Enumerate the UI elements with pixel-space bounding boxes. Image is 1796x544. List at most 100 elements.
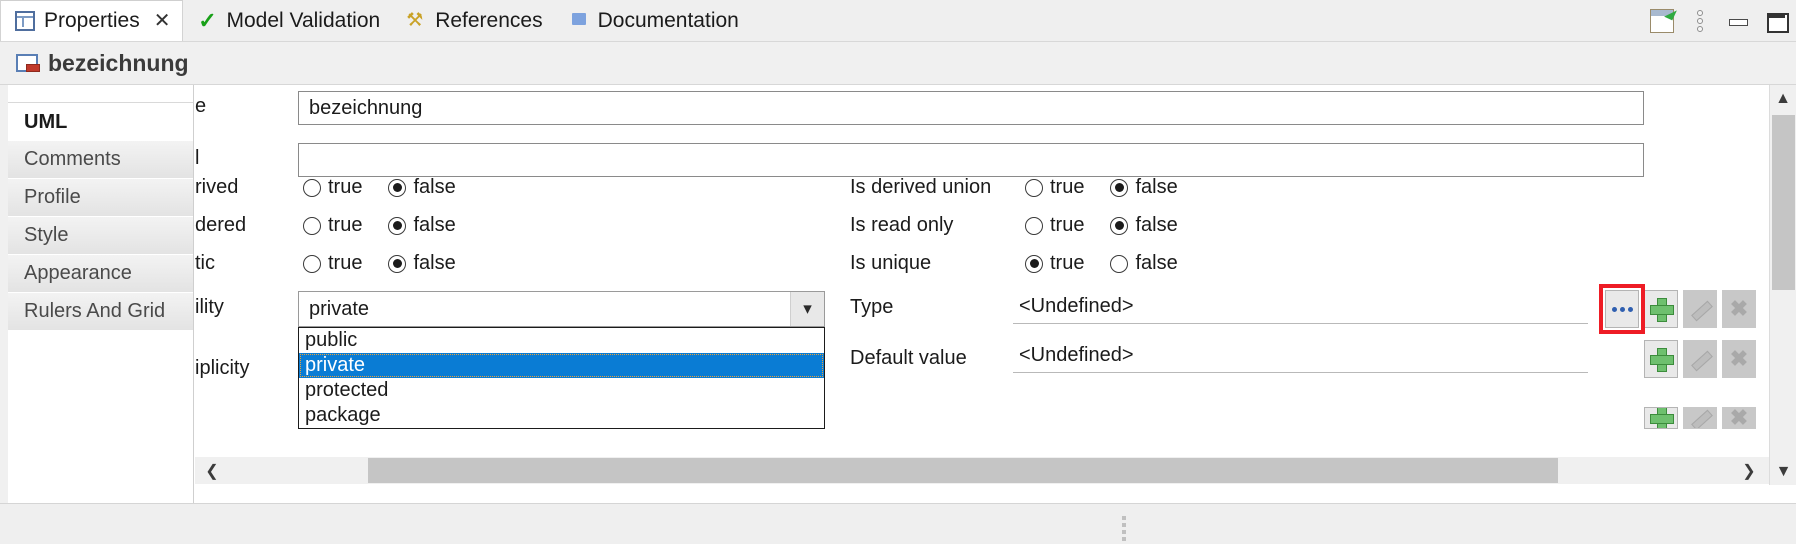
is-derived-union-true-radio[interactable]: true [1025,176,1084,199]
radio-dot-icon [1025,178,1043,197]
sidebar-item-comments[interactable]: Comments [8,141,193,179]
sidebar-item-style[interactable]: Style [8,217,193,255]
is-ordered-true-radio[interactable]: true [303,214,362,237]
properties-panel: UML Comments Profile Style Appearance Ru… [0,84,1796,504]
is-derived-union-false-radio[interactable]: false [1110,176,1178,199]
field-row-visibility: ility [195,296,303,319]
radio-dot-icon [1025,254,1043,273]
radio-dot-icon [303,216,321,235]
is-derived-true-radio[interactable]: true [303,176,362,199]
visibility-combobox[interactable]: private ▾ [298,291,825,327]
tab-properties[interactable]: Properties ✕ [0,0,184,42]
name-input-value: bezeichnung [309,96,423,119]
tab-references[interactable]: ⚒ References [392,0,554,41]
radio-label: true [1050,176,1085,198]
tab-documentation-label: Documentation [597,8,739,32]
radio-label: false [413,176,456,198]
resize-grip-icon[interactable] [1122,516,1126,541]
status-strip [0,503,1796,544]
tab-references-label: References [435,8,543,32]
references-tool-icon: ⚒ [406,9,424,31]
default-value-add-button[interactable] [1644,340,1678,378]
scroll-up-arrow-icon[interactable]: ▲ [1770,85,1796,112]
radio-label: true [328,252,363,274]
radio-dot-icon [1110,178,1129,197]
horizontal-scroll-thumb[interactable] [368,458,1558,483]
scroll-left-arrow-icon[interactable]: ❮ [195,457,229,484]
type-add-button[interactable] [1644,290,1678,328]
is-read-only-false-radio[interactable]: false [1110,214,1178,237]
page-title: bezeichnung [48,49,189,76]
visibility-dropdown-list[interactable]: public private protected package [298,327,825,429]
is-unique-false-radio[interactable]: false [1110,252,1178,275]
sidebar-item-appearance[interactable]: Appearance [8,255,193,293]
option-label: protected [305,379,389,401]
sidebar-empty-area [8,331,193,451]
sidebar-item-label: UML [24,110,68,133]
sidebar-item-rulers-and-grid[interactable]: Rulers And Grid [8,293,193,331]
chevron-down-icon[interactable]: ▾ [790,292,824,326]
label-label: l [195,147,200,169]
type-browse-button[interactable] [1605,290,1639,328]
tab-close-icon[interactable]: ✕ [154,11,171,31]
type-input[interactable]: <Undefined> [1013,290,1588,324]
default-value-delete-button: ✖ [1722,340,1756,378]
is-unique-radio-group: true false [1025,252,1178,275]
radio-dot-icon [303,254,321,273]
radio-label: true [1050,214,1085,236]
close-x-icon: ✖ [1729,296,1749,321]
visibility-option-protected[interactable]: protected [299,378,824,403]
scroll-right-arrow-icon[interactable]: ❯ [1729,457,1769,484]
plus-icon [1650,348,1674,372]
radio-label: true [328,176,363,198]
label-input[interactable] [298,143,1644,177]
is-derived-false-radio[interactable]: false [388,176,456,199]
is-unique-label: Is unique [850,252,932,274]
sidebar-item-uml[interactable]: UML [8,103,193,141]
name-input[interactable]: bezeichnung [298,91,1644,125]
plus-icon [1650,298,1674,322]
is-derived-union-label: Is derived union [850,176,992,198]
maximize-icon[interactable] [1764,9,1789,33]
minimize-icon[interactable] [1726,9,1750,33]
radio-label: false [1135,214,1178,236]
is-ordered-radio-group: true false [303,214,456,237]
radio-label: false [1135,176,1178,198]
is-static-true-radio[interactable]: true [303,252,362,275]
visibility-option-public[interactable]: public [299,328,824,353]
sidebar-item-profile[interactable]: Profile [8,179,193,217]
visibility-option-package[interactable]: package [299,403,824,428]
tab-properties-label: Properties [44,9,140,32]
default-value-input[interactable]: <Undefined> [1013,339,1588,373]
field-row-default-value: Default value [850,347,1025,370]
scroll-down-arrow-icon[interactable]: ▼ [1770,458,1796,485]
radio-dot-icon [1025,216,1043,235]
tab-documentation[interactable]: Documentation [555,0,751,41]
is-read-only-radio-group: true false [1025,214,1178,237]
is-unique-true-radio[interactable]: true [1025,252,1084,275]
is-static-false-radio[interactable]: false [388,252,456,275]
visibility-option-private[interactable]: private [299,353,824,378]
vertical-scrollbar[interactable]: ▲ ▼ [1769,85,1796,485]
horizontal-scrollbar[interactable]: ❮ ❯ [195,457,1769,484]
tab-model-validation-label: Model Validation [226,8,381,32]
sidebar-item-label: Comments [24,148,121,170]
option-label: package [305,404,381,426]
field-row-is-read-only: Is read only true false [850,214,1178,237]
view-tab-bar: Properties ✕ ✓ Model Validation ⚒ Refere… [0,0,1796,42]
is-ordered-label: dered [195,214,247,236]
is-read-only-label: Is read only [850,214,954,236]
is-ordered-false-radio[interactable]: false [388,214,456,237]
field-row-is-derived-union: Is derived union true false [850,176,1178,199]
tab-model-validation[interactable]: ✓ Model Validation [183,0,392,41]
field-row-multiplicity: iplicity [195,357,303,380]
vertical-scroll-thumb[interactable] [1772,115,1795,290]
default-value-input-value: <Undefined> [1019,344,1134,366]
name-label: e [195,95,207,117]
is-read-only-true-radio[interactable]: true [1025,214,1084,237]
view-menu-icon[interactable] [1688,9,1712,33]
extra-add-button[interactable] [1644,407,1678,429]
new-view-icon[interactable] [1650,9,1674,33]
type-delete-button: ✖ [1722,290,1756,328]
book-icon [569,11,589,31]
